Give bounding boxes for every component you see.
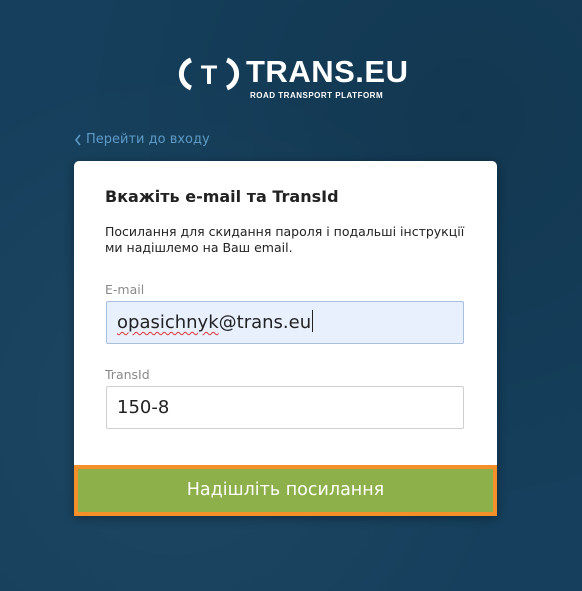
reset-password-card: Вкажіть e-mail та TransId Посилання для … <box>74 161 497 516</box>
transid-input[interactable]: 150-8 <box>106 386 464 429</box>
chevron-left-icon <box>74 134 81 145</box>
email-value-domain: @trans.eu <box>218 312 312 333</box>
card-description: Посилання для скидання пароля і подальші… <box>105 224 465 255</box>
card-title: Вкажіть e-mail та TransId <box>105 187 339 206</box>
transid-value: 150-8 <box>117 397 170 418</box>
back-link-label[interactable]: Перейти до входу <box>86 132 210 147</box>
trans-logo-icon: T <box>178 57 240 91</box>
back-to-login-link[interactable]: Перейти до входу <box>73 132 210 147</box>
transid-label: TransId <box>105 367 150 382</box>
email-input[interactable]: opasichnyk@trans.eu <box>106 301 464 344</box>
text-caret <box>312 310 314 332</box>
logo-mark-letter: T <box>201 60 218 90</box>
email-value-user: opasichnyk <box>117 312 219 333</box>
brand-tagline: ROAD TRANSPORT PLATFORM <box>250 91 384 100</box>
brand-name: TRANS.EU <box>246 54 409 89</box>
send-link-button[interactable]: Надішліть посилання <box>74 465 497 516</box>
submit-area: Надішліть посилання <box>74 465 497 516</box>
email-label: E-mail <box>105 282 145 297</box>
brand-logo: T TRANS.EU ROAD TRANSPORT PLATFORM <box>178 55 408 101</box>
